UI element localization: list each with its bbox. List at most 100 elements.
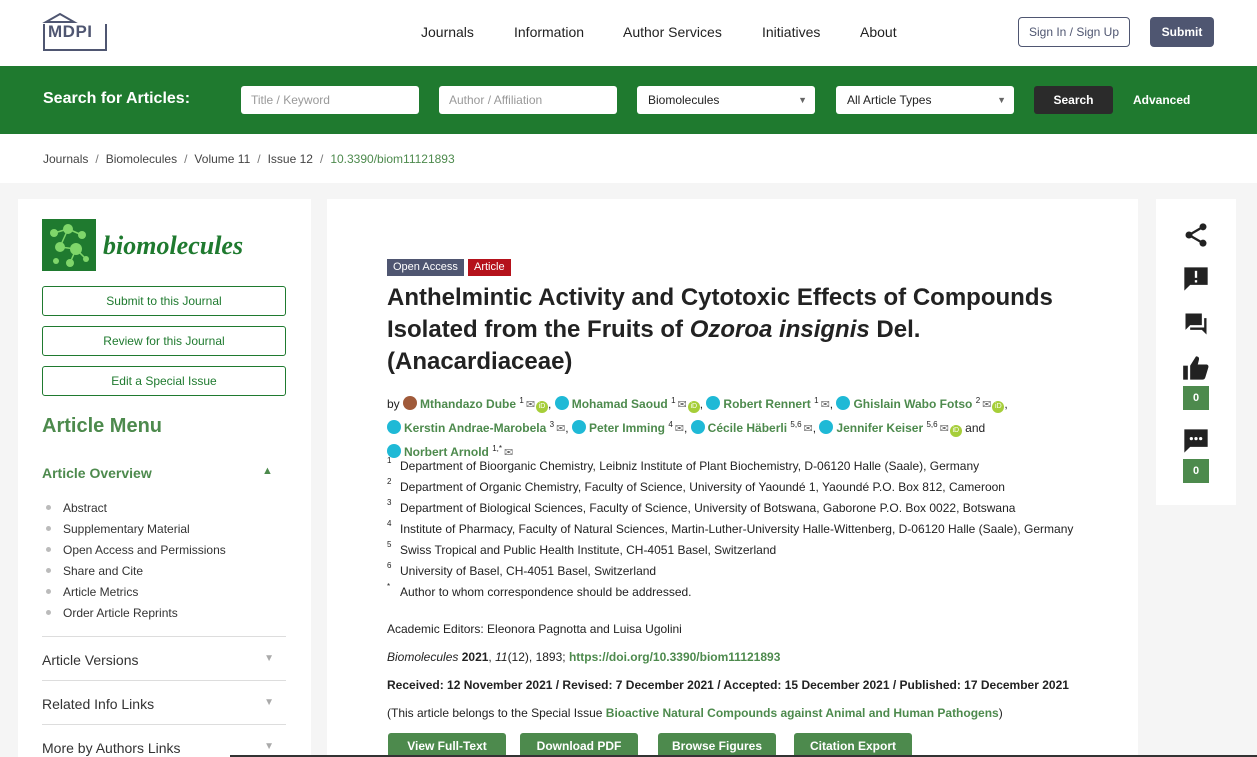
overview-item-share-cite[interactable]: Share and Cite (46, 564, 226, 585)
affiliation-text: Department of Biological Sciences, Facul… (400, 501, 1016, 515)
mail-icon[interactable]: ✉ (556, 423, 565, 435)
sign-in-button[interactable]: Sign In / Sign Up (1018, 17, 1130, 47)
download-pdf-button[interactable]: Download PDF (520, 733, 638, 757)
chevron-up-icon[interactable]: ▲ (262, 465, 273, 477)
advanced-search-link[interactable]: Advanced (1133, 93, 1190, 107)
breadcrumb-doi[interactable]: 10.3390/biom11121893 (330, 152, 454, 166)
nav-author-services[interactable]: Author Services (623, 24, 722, 40)
journal-name[interactable]: biomolecules (103, 231, 243, 261)
breadcrumb-biomolecules[interactable]: Biomolecules (106, 152, 177, 166)
submit-button[interactable]: Submit (1150, 17, 1214, 47)
breadcrumb-issue[interactable]: Issue 12 (268, 152, 313, 166)
caret-down-icon: ▼ (798, 95, 807, 105)
citation-line: Biomolecules 2021, 11(12), 1893; https:/… (387, 650, 781, 664)
related-info-label: Related Info Links (42, 696, 155, 712)
submit-to-journal-button[interactable]: Submit to this Journal (42, 286, 286, 316)
overview-item-abstract[interactable]: Abstract (46, 501, 226, 522)
citation-rest: (12), 1893; (507, 650, 569, 664)
article-menu-title: Article Menu (42, 415, 163, 437)
author-name[interactable]: Mthandazo Dube (420, 397, 516, 411)
affiliation-text: Institute of Pharmacy, Faculty of Natura… (400, 522, 1074, 536)
and-label: and (965, 421, 986, 435)
discussion-icon[interactable] (1182, 427, 1210, 455)
comment-icon[interactable] (1182, 310, 1210, 338)
mail-icon[interactable]: ✉ (804, 423, 813, 435)
affiliation-item: 1 Department of Bioorganic Chemistry, Lei… (387, 456, 1107, 480)
keyword-input[interactable]: Title / Keyword (241, 86, 419, 114)
overview-item-supplementary[interactable]: Supplementary Material (46, 522, 226, 543)
user-icon (836, 396, 851, 410)
affiliation-item: 6 University of Basel, CH-4051 Basel, Swi… (387, 561, 1107, 585)
author-name[interactable]: Cécile Häberli (708, 421, 787, 435)
more-by-authors-section[interactable]: More by Authors Links ▼ (42, 724, 286, 757)
orcid-icon[interactable]: iD (992, 401, 1005, 413)
search-button[interactable]: Search (1034, 86, 1113, 114)
chevron-down-icon: ▼ (264, 653, 274, 664)
breadcrumb-volume[interactable]: Volume 11 (194, 152, 250, 166)
affiliation-item: 3 Department of Biological Sciences, Facu… (387, 498, 1107, 522)
special-issue-suffix: ) (998, 706, 1003, 720)
article-type-select[interactable]: All Article Types ▼ (836, 86, 1014, 114)
mail-icon[interactable]: ✉ (504, 447, 513, 459)
nav-journals[interactable]: Journals (421, 24, 474, 40)
edit-special-issue-button[interactable]: Edit a Special Issue (42, 366, 286, 396)
related-info-section[interactable]: Related Info Links ▼ (42, 680, 286, 724)
author-name[interactable]: Robert Rennert (723, 397, 810, 411)
author-name[interactable]: Ghislain Wabo Fotso (853, 397, 972, 411)
mail-icon[interactable]: ✉ (821, 399, 830, 411)
user-icon (690, 420, 705, 434)
citation-export-button[interactable]: Citation Export (794, 733, 912, 757)
mdpi-logo[interactable]: MDPI (42, 12, 108, 54)
nav-initiatives[interactable]: Initiatives (762, 24, 820, 40)
breadcrumb-separator: / (257, 152, 261, 166)
nav-about[interactable]: About (860, 24, 897, 40)
mail-icon[interactable]: ✉ (982, 399, 991, 411)
logo-text: MDPI (48, 22, 93, 41)
mail-icon[interactable]: ✉ (526, 399, 535, 411)
overview-item-open-access[interactable]: Open Access and Permissions (46, 543, 226, 564)
view-full-text-button[interactable]: View Full-Text (388, 733, 506, 757)
affiliation-item: * Author to whom correspondence should be… (387, 582, 1107, 606)
author-name[interactable]: Mohamad Saoud (572, 397, 668, 411)
author-name[interactable]: Kerstin Andrae-Marobela (404, 421, 546, 435)
author-affil-sup: 4 (668, 420, 673, 429)
like-icon[interactable] (1182, 354, 1210, 382)
affiliation-text: University of Basel, CH-4051 Basel, Swit… (400, 564, 657, 578)
molecule-icon (50, 224, 89, 267)
mail-icon[interactable]: ✉ (940, 423, 949, 435)
special-issue-link[interactable]: Bioactive Natural Compounds against Anim… (606, 706, 999, 720)
author-name[interactable]: Norbert Arnold (404, 445, 489, 459)
journal-logo-icon[interactable] (42, 219, 96, 271)
browse-figures-button[interactable]: Browse Figures (658, 733, 776, 757)
journal-select[interactable]: Biomolecules ▼ (637, 86, 815, 114)
author-name[interactable]: Peter Imming (589, 421, 665, 435)
affiliation-number: 2 (387, 477, 392, 486)
affiliation-text: Department of Bioorganic Chemistry, Leib… (400, 459, 980, 473)
author-input[interactable]: Author / Affiliation (439, 86, 617, 114)
orcid-icon[interactable]: iD (687, 401, 700, 413)
article-overview-toggle[interactable]: Article Overview (42, 465, 152, 481)
article-versions-section[interactable]: Article Versions ▼ (42, 636, 286, 680)
top-navigation: MDPI Journals Information Author Service… (0, 0, 1257, 66)
breadcrumb-bar: Journals / Biomolecules / Volume 11 / Issue 12… (0, 134, 1257, 183)
doi-link[interactable]: https://doi.org/10.3390/biom11121893 (569, 650, 780, 664)
orcid-icon[interactable]: iD (949, 425, 962, 437)
author-name[interactable]: Jennifer Keiser (836, 421, 923, 435)
overview-item-metrics[interactable]: Article Metrics (46, 585, 226, 606)
special-issue-line: (This article belongs to the Special Iss… (387, 706, 1003, 720)
user-icon (819, 420, 834, 434)
breadcrumb-journals[interactable]: Journals (43, 152, 88, 166)
share-icon[interactable] (1182, 221, 1210, 249)
special-issue-prefix: (This article belongs to the Special Iss… (387, 706, 606, 720)
citation-year: 2021 (461, 650, 489, 664)
review-for-journal-button[interactable]: Review for this Journal (42, 326, 286, 356)
user-icon (706, 396, 721, 410)
nav-information[interactable]: Information (514, 24, 584, 40)
report-icon[interactable] (1182, 265, 1210, 293)
breadcrumb-separator: / (184, 152, 188, 166)
affiliation-number: 4 (387, 519, 392, 528)
overview-item-reprints[interactable]: Order Article Reprints (46, 606, 226, 627)
mail-icon[interactable]: ✉ (678, 399, 687, 411)
mail-icon[interactable]: ✉ (675, 423, 684, 435)
orcid-icon[interactable]: iD (536, 401, 549, 413)
